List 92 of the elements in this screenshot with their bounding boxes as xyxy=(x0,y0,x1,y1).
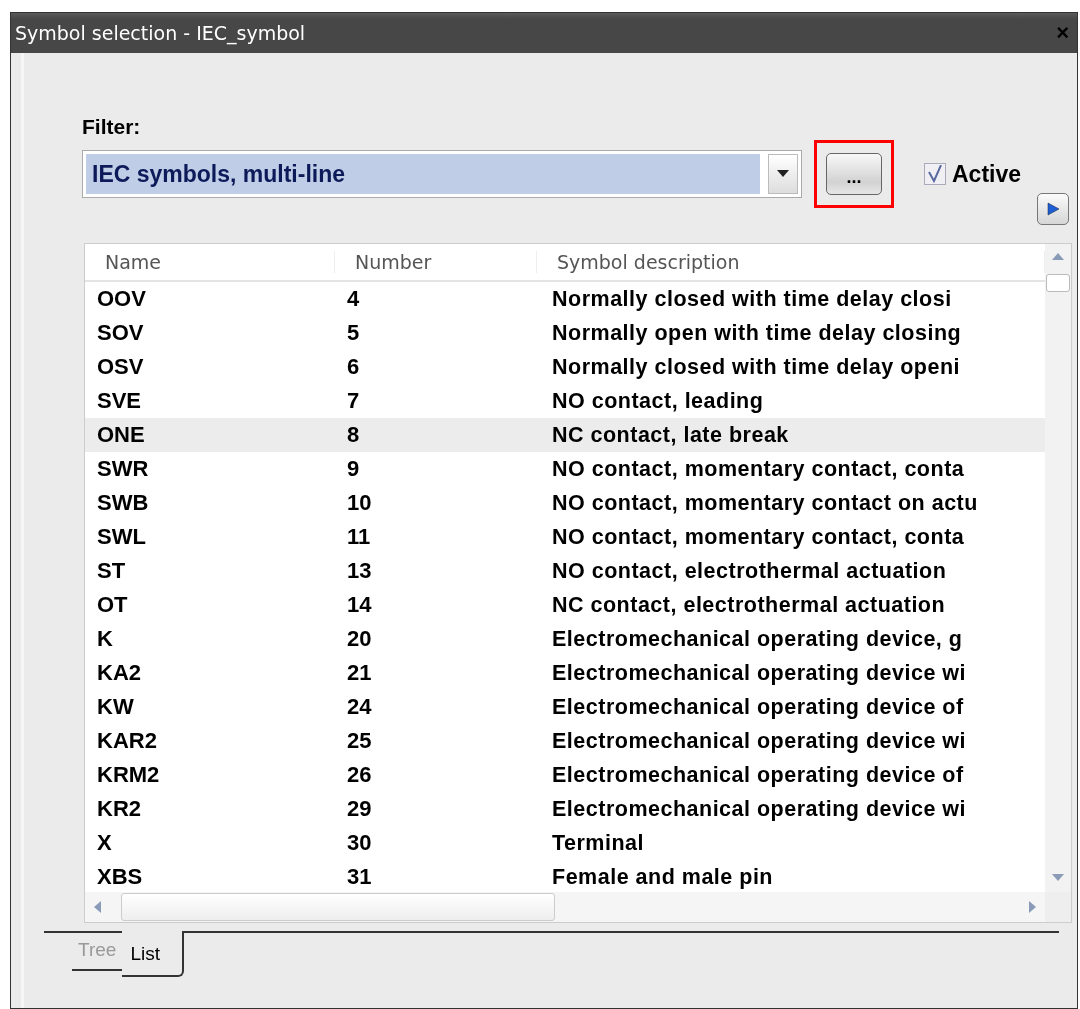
table-row[interactable]: SVE 7 NO contact, leading xyxy=(85,384,1045,418)
table-row[interactable]: SWL 11 NO contact, momentary contact, conta xyxy=(85,520,1045,554)
table-row[interactable]: ST 13 NO contact, electrothermal actuation xyxy=(85,554,1045,588)
table-cell-text: 10 xyxy=(346,490,373,516)
table-cell-text: ST xyxy=(96,558,127,584)
table-cell-text: NO contact, electrothermal actuation xyxy=(551,558,948,584)
table-cell-text: 11 xyxy=(346,524,372,550)
table-cell-text: 14 xyxy=(346,592,373,618)
table-cell-text: SOV xyxy=(96,320,145,346)
table-row[interactable]: X 30 Terminal xyxy=(85,826,1045,860)
table-cell-text: 8 xyxy=(346,422,361,448)
table-cell-text: ONE xyxy=(96,422,146,448)
table-row[interactable]: OOV 4 Normally closed with time delay closi xyxy=(85,282,1045,316)
table-cell-text: SWL xyxy=(96,524,147,550)
table-cell-text: NO contact, leading xyxy=(551,388,765,414)
table-cell-text: KAR2 xyxy=(96,728,158,754)
table-cell-text: Electromechanical operating device wi xyxy=(551,728,967,754)
table-cell-text: 5 xyxy=(346,320,361,346)
table-cell-text: Electromechanical operating device, g xyxy=(551,626,964,652)
vertical-scrollbar[interactable] xyxy=(1045,244,1071,892)
table-cell-text: NC contact, late break xyxy=(551,422,790,448)
column-header[interactable]: Name xyxy=(85,251,335,273)
window-title: Symbol selection - IEC_symbol xyxy=(15,22,306,44)
table-cell-text: 30 xyxy=(346,830,373,856)
table-row[interactable]: KR2 29 Electromechanical operating device wi xyxy=(85,792,1045,826)
table-cell-text: 20 xyxy=(346,626,373,652)
filter-dropdown[interactable]: IEC symbols, multi-line xyxy=(82,150,802,198)
table-row[interactable]: SWR 9 NO contact, momentary contact, conta xyxy=(85,452,1045,486)
table-cell-text: 25 xyxy=(346,728,373,754)
table-cell-text: 4 xyxy=(346,286,361,312)
play-icon xyxy=(1046,202,1060,216)
table-cell-text: Electromechanical operating device of xyxy=(551,694,965,720)
table-cell-text: SWR xyxy=(96,456,150,482)
table-cell-text: 7 xyxy=(346,388,361,414)
table-cell-text: NO contact, momentary contact on actu xyxy=(551,490,979,516)
table-cell-text: KW xyxy=(96,694,135,720)
table-row[interactable]: KW 24 Electromechanical operating device of xyxy=(85,690,1045,724)
table-row[interactable]: XBS 31 Female and male pin xyxy=(85,860,1045,892)
table-cell-text: NO contact, momentary contact, conta xyxy=(551,456,966,482)
scrollbar-thumb[interactable] xyxy=(1046,274,1070,292)
table-cell-text: Normally closed with time delay closi xyxy=(551,286,953,312)
table-cell-text: 9 xyxy=(346,456,361,482)
view-tab[interactable]: List xyxy=(122,931,184,977)
scroll-left-icon[interactable] xyxy=(93,901,101,913)
active-checkbox[interactable] xyxy=(924,163,946,185)
horizontal-scrollbar[interactable] xyxy=(85,892,1045,922)
table-cell-text: XBS xyxy=(96,864,144,890)
play-button[interactable] xyxy=(1037,193,1069,225)
table-cell-text: NO contact, momentary contact, conta xyxy=(551,524,966,550)
table-row[interactable]: OSV 6 Normally closed with time delay openi xyxy=(85,350,1045,384)
table-cell-text: Electromechanical operating device of xyxy=(551,762,965,788)
table-cell-text: NC contact, electrothermal actuation xyxy=(551,592,947,618)
active-label: Active xyxy=(952,160,1022,188)
table-cell-text: X xyxy=(96,830,113,856)
table-row[interactable]: ONE 8 NC contact, late break xyxy=(85,418,1045,452)
scrollbar-corner xyxy=(1045,892,1071,922)
table-row[interactable]: OT 14 NC contact, electrothermal actuation xyxy=(85,588,1045,622)
table-cell-text: 29 xyxy=(346,796,373,822)
column-header[interactable]: Number xyxy=(335,251,537,273)
table-cell-text: KA2 xyxy=(96,660,142,686)
table-cell-text: Electromechanical operating device wi xyxy=(551,796,967,822)
browse-button[interactable]: ... xyxy=(826,153,882,195)
table-cell-text: 13 xyxy=(346,558,373,584)
table-row[interactable]: K 20 Electromechanical operating device, g xyxy=(85,622,1045,656)
table-row[interactable]: SOV 5 Normally open with time delay closing xyxy=(85,316,1045,350)
table-cell-text: Terminal xyxy=(551,830,645,856)
table-cell-text: 21 xyxy=(346,660,373,686)
table-cell-text: 6 xyxy=(346,354,361,380)
filter-label: Filter: xyxy=(82,115,142,139)
table-cell-text: 24 xyxy=(346,694,373,720)
table-cell-text: OSV xyxy=(96,354,145,380)
scroll-down-icon[interactable] xyxy=(1052,874,1064,882)
table-cell-text: 31 xyxy=(346,864,373,890)
table-cell-text: Electromechanical operating device wi xyxy=(551,660,967,686)
table-cell-text: KR2 xyxy=(96,796,142,822)
table-cell-text: Normally closed with time delay openi xyxy=(551,354,961,380)
scroll-up-icon[interactable] xyxy=(1052,252,1064,260)
table-row[interactable]: KA2 21 Electromechanical operating device wi xyxy=(85,656,1045,690)
scrollbar-thumb[interactable] xyxy=(121,893,555,921)
scroll-right-icon[interactable] xyxy=(1029,901,1037,913)
table-cell-text: K xyxy=(96,626,114,652)
table-cell-text: OT xyxy=(96,592,129,618)
table-cell-text: Female and male pin xyxy=(551,864,774,890)
table-cell-text: SWB xyxy=(96,490,150,516)
table-cell-text: 26 xyxy=(346,762,373,788)
table-row[interactable]: SWB 10 NO contact, momentary contact on actu xyxy=(85,486,1045,520)
table-cell-text: OOV xyxy=(96,286,147,312)
table-cell-text: Normally open with time delay closing xyxy=(551,320,963,346)
table-row[interactable]: KAR2 25 Electromechanical operating device wi xyxy=(85,724,1045,758)
table-cell-text: KRM2 xyxy=(96,762,161,788)
table-cell-text: SVE xyxy=(96,388,143,414)
table-row[interactable]: KRM2 26 Electromechanical operating device of xyxy=(85,758,1045,792)
